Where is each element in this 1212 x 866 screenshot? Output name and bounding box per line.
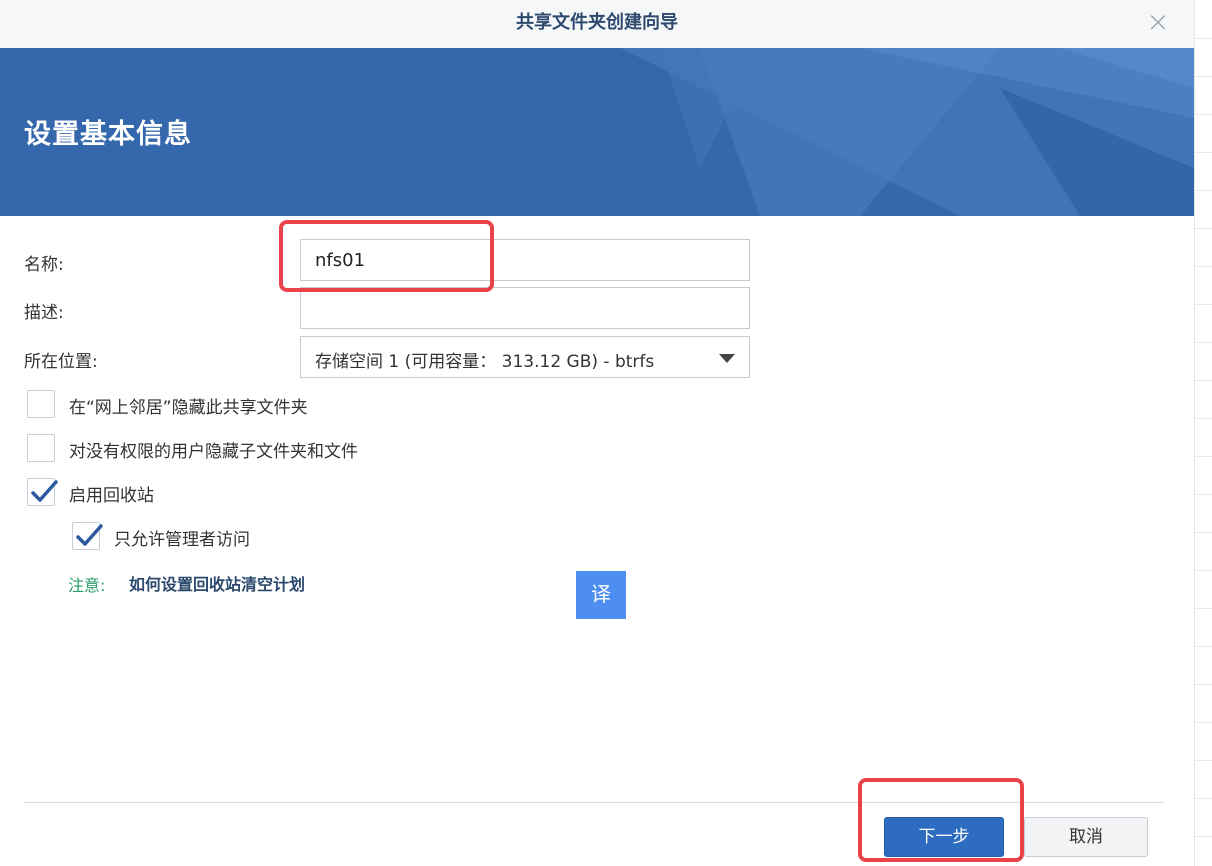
recycle-bin-label: 启用回收站 bbox=[69, 486, 154, 506]
description-label: 描述: bbox=[24, 303, 64, 323]
recycle-bin-checkbox[interactable] bbox=[27, 478, 58, 506]
location-label: 所在位置: bbox=[24, 352, 98, 372]
name-label: 名称: bbox=[24, 255, 64, 275]
recycle-bin-option[interactable]: 启用回收站 bbox=[27, 478, 267, 506]
footer-divider bbox=[24, 802, 1164, 803]
cancel-button[interactable]: 取消 bbox=[1024, 817, 1148, 857]
name-input[interactable] bbox=[300, 239, 750, 281]
close-icon[interactable]: × bbox=[1144, 8, 1172, 36]
translate-button[interactable]: 译 bbox=[576, 571, 626, 619]
hide-network-checkbox[interactable] bbox=[27, 390, 55, 418]
wizard-banner: 设置基本信息 bbox=[0, 48, 1194, 216]
banner-title: 设置基本信息 bbox=[24, 119, 192, 150]
hide-unauthorized-checkbox[interactable] bbox=[27, 434, 55, 462]
dialog-title: 共享文件夹创建向导 bbox=[516, 12, 678, 33]
checkmark-icon bbox=[31, 480, 58, 502]
hide-unauthorized-label: 对没有权限的用户隐藏子文件夹和文件 bbox=[69, 442, 358, 462]
shared-folder-wizard-dialog: 共享文件夹创建向导 × 设置基本信息 名称: 描述: 所在位置: 存储空间 1 … bbox=[0, 0, 1194, 866]
background-window-strip bbox=[1194, 0, 1212, 866]
hide-unauthorized-option[interactable]: 对没有权限的用户隐藏子文件夹和文件 bbox=[27, 434, 447, 462]
location-select-value: 存储空间 1 (可用容量： 313.12 GB) - btrfs bbox=[315, 352, 655, 372]
admin-only-label: 只允许管理者访问 bbox=[114, 530, 250, 550]
hide-network-label: 在“网上邻居”隐藏此共享文件夹 bbox=[69, 398, 308, 418]
admin-only-option[interactable]: 只允许管理者访问 bbox=[72, 522, 332, 550]
checkmark-icon bbox=[76, 524, 103, 546]
hide-network-option[interactable]: 在“网上邻居”隐藏此共享文件夹 bbox=[27, 390, 447, 418]
next-button[interactable]: 下一步 bbox=[884, 817, 1004, 857]
recycle-schedule-link[interactable]: 如何设置回收站清空计划 bbox=[129, 571, 305, 595]
description-input[interactable] bbox=[300, 287, 750, 329]
chevron-down-icon bbox=[719, 354, 735, 363]
admin-only-checkbox[interactable] bbox=[72, 522, 103, 550]
location-select[interactable]: 存储空间 1 (可用容量： 313.12 GB) - btrfs bbox=[300, 336, 750, 378]
note-label: 注意: bbox=[68, 576, 106, 595]
dialog-titlebar: 共享文件夹创建向导 × bbox=[0, 0, 1194, 48]
